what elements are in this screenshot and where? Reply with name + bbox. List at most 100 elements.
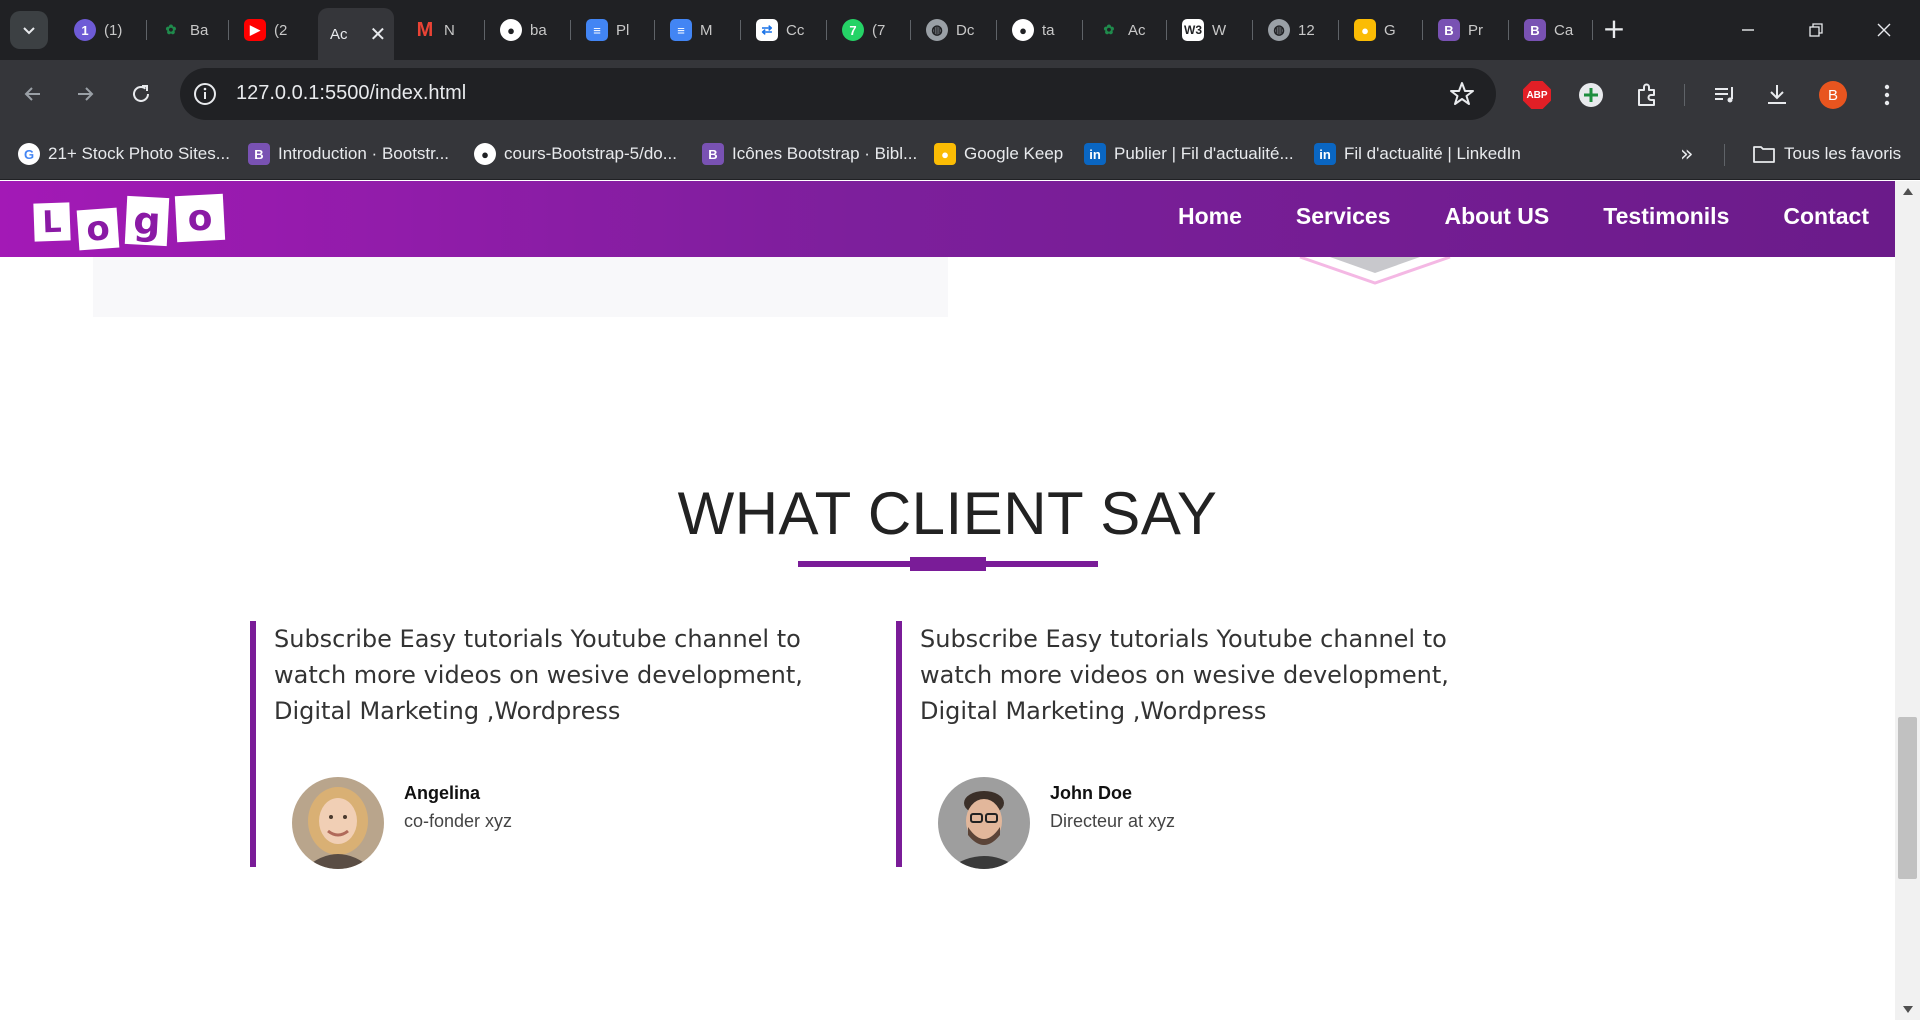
browser-menu-button[interactable] xyxy=(1870,78,1904,112)
client-role: co-fonder xyz xyxy=(404,811,513,831)
bootstrap-icon: B xyxy=(702,143,724,165)
downloads-button[interactable] xyxy=(1760,78,1794,112)
restore-button[interactable] xyxy=(1796,14,1836,46)
reload-icon xyxy=(133,85,149,102)
extensions-menu-button[interactable] xyxy=(1630,78,1664,112)
testimonial-card: Subscribe Easy tutorials Youtube channel… xyxy=(896,621,1526,869)
extension-button[interactable] xyxy=(1574,78,1608,112)
bookmark-item[interactable]: B Introduction · Bootstr... xyxy=(248,141,449,167)
nav-link-testimonials[interactable]: Testimonils xyxy=(1603,203,1729,230)
bookmark-item[interactable]: ● cours-Bootstrap-5/do... xyxy=(474,141,677,167)
avatar: B xyxy=(1819,81,1847,109)
site-navbar: L o g o Home Services About US Testimoni… xyxy=(0,181,1895,257)
scroll-down-arrow-icon[interactable] xyxy=(1895,1000,1920,1020)
browser-tab[interactable]: 7 (7 xyxy=(830,8,914,52)
site-menu: Home Services About US Testimonils Conta… xyxy=(1178,203,1869,230)
bookmark-label: Introduction · Bootstr... xyxy=(278,144,450,163)
docs-icon: ≡ xyxy=(586,19,608,41)
browser-tab[interactable]: ● ta xyxy=(1000,8,1084,52)
chevron-double-right-icon[interactable]: » xyxy=(1680,142,1693,167)
bookmark-item[interactable]: in Fil d'actualité | LinkedIn xyxy=(1314,141,1521,167)
browser-tab[interactable]: ✿ Ac xyxy=(1086,8,1170,52)
w3schools-icon: W3 xyxy=(1182,19,1204,41)
tab-title: Ac xyxy=(1128,21,1146,39)
avatar xyxy=(292,777,384,869)
close-icon[interactable]: ✕ xyxy=(370,22,387,47)
tab-title: N xyxy=(444,21,455,39)
kebab-menu-icon xyxy=(1884,84,1890,106)
tab-title: Ac xyxy=(330,25,348,43)
browser-tab-active[interactable]: Ac ✕ xyxy=(318,8,394,60)
tab-title: ta xyxy=(1042,21,1055,39)
testimonial-text: Subscribe Easy tutorials Youtube channel… xyxy=(274,625,803,725)
close-window-button[interactable] xyxy=(1864,14,1904,46)
site-info-icon[interactable] xyxy=(192,81,218,107)
linkedin-icon: in xyxy=(1084,143,1106,165)
profile-button[interactable]: B xyxy=(1816,78,1850,112)
browser-tab[interactable]: ◍ 12 xyxy=(1256,8,1340,52)
bookmark-label: cours-Bootstrap-5/do... xyxy=(504,144,677,163)
browser-tab[interactable]: B Pr xyxy=(1426,8,1510,52)
page-viewport: L o g o Home Services About US Testimoni… xyxy=(0,181,1920,1020)
logo-letter: g xyxy=(124,195,170,247)
decorative-shape xyxy=(1299,257,1451,285)
nav-link-services[interactable]: Services xyxy=(1296,203,1391,230)
adblock-extension-button[interactable]: ABP xyxy=(1520,78,1554,112)
browser-tab[interactable]: ⇄ Cc xyxy=(744,8,828,52)
all-bookmarks-button[interactable]: Tous les favoris xyxy=(1752,141,1901,167)
google-icon: G xyxy=(18,143,40,165)
globe-icon: ◍ xyxy=(1268,19,1290,41)
gmail-icon: M xyxy=(416,18,434,41)
browser-tab[interactable]: ≡ M xyxy=(658,8,742,52)
url-text[interactable]: 127.0.0.1:5500/index.html xyxy=(236,82,466,105)
tab-title: Pr xyxy=(1468,21,1483,39)
leaf-icon: ✿ xyxy=(165,22,177,37)
browser-tab[interactable]: 1 (1) xyxy=(62,8,146,52)
bookmark-item[interactable]: ● Google Keep xyxy=(934,141,1063,167)
nav-link-contact[interactable]: Contact xyxy=(1783,203,1869,230)
browser-tab[interactable]: ◍ Dc xyxy=(914,8,998,52)
tab-title: Pl xyxy=(616,21,630,39)
bookmark-star-icon[interactable] xyxy=(1448,80,1476,108)
back-button[interactable] xyxy=(16,77,50,111)
minimize-button[interactable] xyxy=(1728,14,1768,46)
tab-search-button[interactable] xyxy=(10,11,48,49)
plus-circle-icon xyxy=(1579,83,1603,107)
bookmark-item[interactable]: G 21+ Stock Photo Sites... xyxy=(18,141,230,167)
github-icon: ● xyxy=(1012,19,1034,41)
tab-title: Ba xyxy=(190,21,209,39)
playlist-icon xyxy=(1715,87,1733,103)
tab-title: Dc xyxy=(956,21,975,39)
new-tab-button[interactable]: + xyxy=(1598,14,1630,46)
browser-tab[interactable]: B Ca xyxy=(1512,8,1596,52)
browser-tab[interactable]: M N xyxy=(402,8,486,52)
client-name: Angelina xyxy=(404,783,481,803)
bootstrap-icon: B xyxy=(1524,19,1546,41)
scrollbar-thumb[interactable] xyxy=(1898,717,1917,879)
address-bar[interactable]: 127.0.0.1:5500/index.html xyxy=(180,68,1496,120)
linkedin-icon: in xyxy=(1314,143,1336,165)
reload-button[interactable] xyxy=(124,77,158,111)
browser-tab[interactable]: ✿ Ba xyxy=(148,8,232,52)
browser-tab[interactable]: ● G xyxy=(1342,8,1426,52)
media-control-button[interactable] xyxy=(1708,78,1742,112)
site-logo[interactable]: L o g o xyxy=(33,193,226,251)
forward-button[interactable] xyxy=(68,77,102,111)
whatsapp-icon: 7 xyxy=(842,19,864,41)
browser-tab[interactable]: ▶ (2 xyxy=(232,8,316,52)
bookmark-item[interactable]: in Publier | Fil d'actualité... xyxy=(1084,141,1294,167)
page-scrollbar[interactable] xyxy=(1895,181,1920,1020)
bootstrap-icon: B xyxy=(248,143,270,165)
browser-tab[interactable]: ≡ Pl xyxy=(574,8,658,52)
nav-link-about[interactable]: About US xyxy=(1445,203,1550,230)
nav-link-home[interactable]: Home xyxy=(1178,203,1242,230)
keep-icon: ● xyxy=(1354,19,1376,41)
browser-tab[interactable]: W3 W xyxy=(1170,8,1254,52)
tab-title: 12 xyxy=(1298,21,1315,39)
scroll-up-arrow-icon[interactable] xyxy=(1895,181,1920,201)
minimize-icon xyxy=(1742,29,1754,31)
browser-tab[interactable]: ● ba xyxy=(488,8,572,52)
tab-title: G xyxy=(1384,21,1396,39)
arrow-left-icon xyxy=(24,87,40,101)
bookmark-item[interactable]: B Icônes Bootstrap · Bibl... xyxy=(702,141,917,167)
